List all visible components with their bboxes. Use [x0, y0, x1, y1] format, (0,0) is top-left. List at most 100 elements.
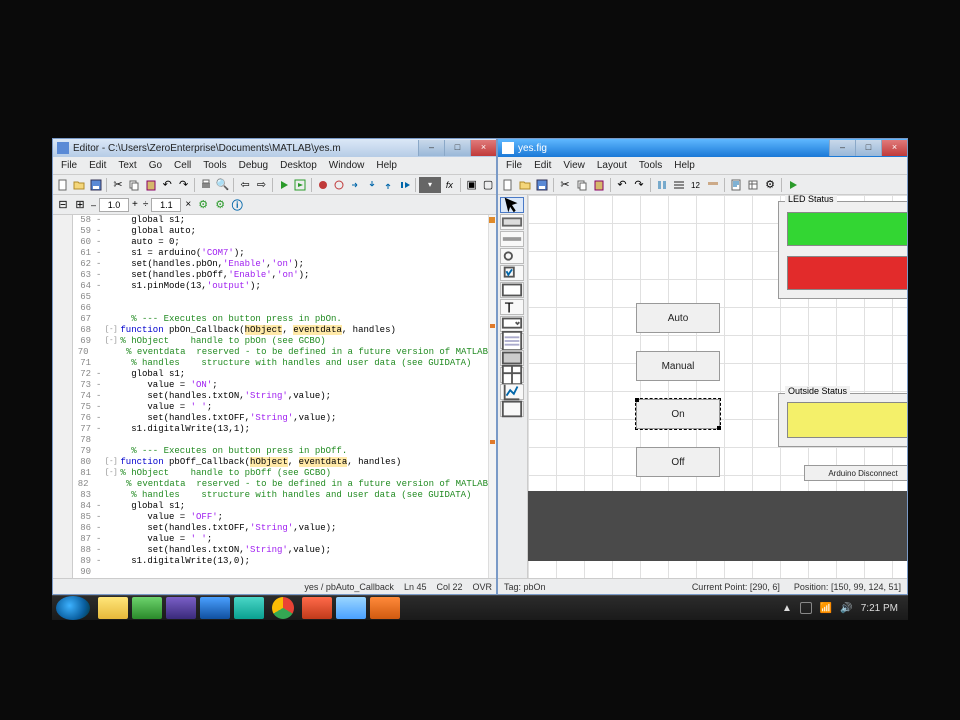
code-line[interactable]: 67 % --- Executes on button press in pbO… [73, 314, 488, 325]
open-file-icon[interactable] [71, 177, 86, 193]
step-in-icon[interactable] [364, 177, 379, 193]
taskbar-chrome-icon[interactable] [268, 597, 298, 619]
menu-file[interactable]: File [55, 160, 83, 171]
open-gui-icon[interactable] [517, 177, 533, 193]
eval-cell-icon[interactable]: ⚙ [195, 197, 211, 213]
code-line[interactable]: 81 [-] % hObject handle to pbOff (see GC… [73, 468, 488, 479]
manual-button[interactable]: Manual [636, 351, 720, 381]
code-line[interactable]: 58- global s1; [73, 215, 488, 226]
code-line[interactable]: 83 % handles structure with handles and … [73, 490, 488, 501]
close-button[interactable]: × [881, 140, 907, 156]
taskbar-explorer-icon[interactable] [98, 597, 128, 619]
panel-tool-icon[interactable] [500, 401, 524, 417]
taskbar-app-icon[interactable] [166, 597, 196, 619]
start-button[interactable] [56, 596, 90, 620]
new-file-icon[interactable] [55, 177, 70, 193]
back-icon[interactable]: ⇦ [237, 177, 252, 193]
run-section-icon[interactable] [293, 177, 308, 193]
menu-desktop[interactable]: Desktop [274, 160, 323, 171]
taskbar-app3-icon[interactable] [234, 597, 264, 619]
step-icon[interactable] [348, 177, 363, 193]
code-line[interactable]: 77- s1.digitalWrite(13,1); [73, 424, 488, 435]
layout-canvas[interactable]: LED Status Auto Manual On Off Outside St… [528, 195, 907, 578]
tray-action-center-icon[interactable] [800, 602, 812, 614]
save-gui-icon[interactable] [534, 177, 550, 193]
property-inspector-icon[interactable] [745, 177, 761, 193]
undock-icon[interactable]: ▢ [480, 177, 495, 193]
tray-volume-icon[interactable]: 🔊 [840, 603, 852, 614]
code-line[interactable]: 76- set(handles.txtOFF,'String',value); [73, 413, 488, 424]
code-line[interactable]: 82 % eventdata reserved - to be defined … [73, 479, 488, 490]
step-out-icon[interactable] [381, 177, 396, 193]
tray-network-icon[interactable]: 📶 [820, 603, 832, 614]
minimize-button[interactable]: – [829, 140, 855, 156]
message-strip[interactable] [488, 215, 496, 578]
code-line[interactable]: 73- value = 'ON'; [73, 380, 488, 391]
save-icon[interactable] [88, 177, 103, 193]
code-line[interactable]: 60- auto = 0; [73, 237, 488, 248]
copy-icon[interactable] [574, 177, 590, 193]
menu-tools[interactable]: Tools [633, 160, 668, 171]
menu-help[interactable]: Help [370, 160, 403, 171]
code-line[interactable]: 79 % --- Executes on button press in pbO… [73, 446, 488, 457]
tray-arrow-icon[interactable]: ▲ [782, 603, 792, 614]
code-line[interactable]: 85- value = 'OFF'; [73, 512, 488, 523]
cell-next-icon[interactable]: ⊞ [72, 197, 88, 213]
toolbar-editor-icon[interactable] [705, 177, 721, 193]
maximize-button[interactable]: □ [855, 140, 881, 156]
stack-dropdown-icon[interactable]: ▾ [419, 177, 440, 193]
code-line[interactable]: 59- global auto; [73, 226, 488, 237]
code-line[interactable]: 63- set(handles.pbOff,'Enable','on'); [73, 270, 488, 281]
code-line[interactable]: 86- set(handles.txtOFF,'String',value); [73, 523, 488, 534]
taskbar-matlab-icon[interactable] [370, 597, 400, 619]
menu-text[interactable]: Text [112, 160, 142, 171]
breakpoint-set-icon[interactable] [315, 177, 330, 193]
code-line[interactable]: 88- set(handles.txtON,'String',value); [73, 545, 488, 556]
paste-icon[interactable] [143, 177, 158, 193]
code-line[interactable]: 68 [-] function pbOn_Callback(hObject, e… [73, 325, 488, 336]
menu-file[interactable]: File [500, 160, 528, 171]
code-line[interactable]: 70 % eventdata reserved - to be defined … [73, 347, 488, 358]
taskbar-utorrent-icon[interactable] [132, 597, 162, 619]
off-button[interactable]: Off [636, 447, 720, 477]
code-line[interactable]: 75- value = ' '; [73, 402, 488, 413]
maximize-button[interactable]: □ [444, 140, 470, 156]
code-line[interactable]: 90 [73, 567, 488, 578]
taskbar-app4-icon[interactable] [336, 597, 366, 619]
find-icon[interactable]: 🔍 [215, 177, 231, 193]
menu-layout[interactable]: Layout [591, 160, 633, 171]
info-icon[interactable]: ⓘ [229, 197, 245, 213]
led-green-swatch[interactable] [787, 212, 907, 246]
auto-button[interactable]: Auto [636, 303, 720, 333]
print-icon[interactable] [198, 177, 213, 193]
cell-multiplier-a[interactable]: 1.0 [99, 198, 129, 212]
menu-edit[interactable]: Edit [83, 160, 112, 171]
align-objects-icon[interactable] [654, 177, 670, 193]
code-line[interactable]: 78 [73, 435, 488, 446]
outside-yellow-swatch[interactable] [787, 402, 907, 438]
copy-icon[interactable] [127, 177, 142, 193]
code-line[interactable]: 80 [-] function pbOff_Callback(hObject, … [73, 457, 488, 468]
figure-dark-region[interactable] [528, 491, 907, 561]
menu-tools[interactable]: Tools [197, 160, 232, 171]
forward-icon[interactable]: ⇨ [254, 177, 269, 193]
system-tray[interactable]: ▲ 📶 🔊 7:21 PM [782, 602, 904, 614]
code-line[interactable]: 69 [-] % hObject handle to pbOn (see GCB… [73, 336, 488, 347]
cut-icon[interactable]: ✂ [110, 177, 125, 193]
code-line[interactable]: 66 [73, 303, 488, 314]
cell-prev-icon[interactable]: ⊟ [55, 197, 71, 213]
new-gui-icon[interactable] [500, 177, 516, 193]
code-line[interactable]: 72- global s1; [73, 369, 488, 380]
panel-outside-status[interactable]: Outside Status [778, 393, 907, 447]
tab-order-icon[interactable]: 12 [688, 177, 704, 193]
object-browser-icon[interactable]: ⚙ [762, 177, 778, 193]
code-line[interactable]: 84- global s1; [73, 501, 488, 512]
undo-icon[interactable]: ↶ [159, 177, 174, 193]
code-line[interactable]: 71 % handles structure with handles and … [73, 358, 488, 369]
menu-cell[interactable]: Cell [168, 160, 197, 171]
menu-window[interactable]: Window [323, 160, 371, 171]
menu-help[interactable]: Help [668, 160, 701, 171]
code-line[interactable]: 64- s1.pinMode(13,'output'); [73, 281, 488, 292]
menu-view[interactable]: View [557, 160, 591, 171]
arduino-disconnect-button[interactable]: Arduino Disconnect [804, 465, 907, 481]
